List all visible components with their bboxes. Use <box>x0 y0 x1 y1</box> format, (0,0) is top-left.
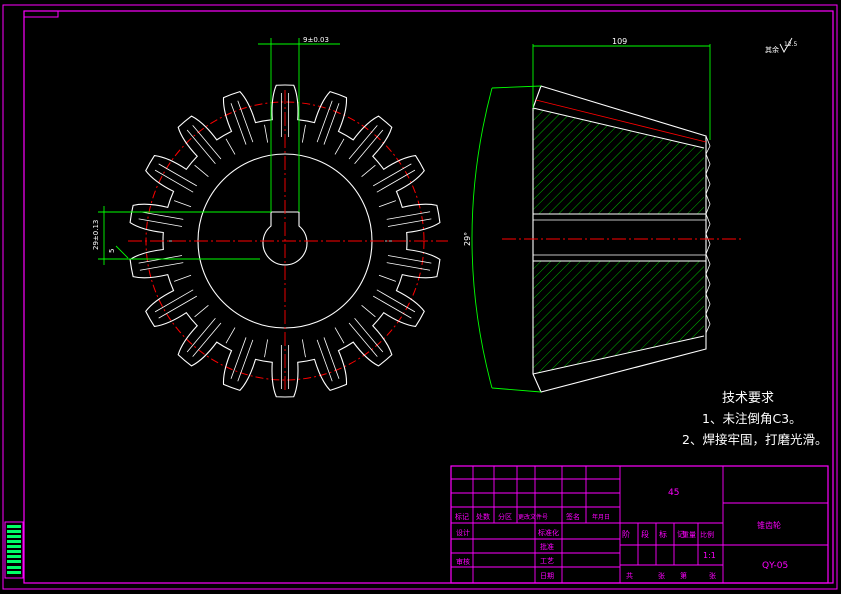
row-label-sign: 签名 <box>566 512 580 521</box>
label-standardization: 标准化 <box>538 528 559 537</box>
row-label-change-doc: 更改文件号 <box>518 513 548 521</box>
drawing-frame <box>2 4 838 590</box>
row-label-count: 处数 <box>476 512 490 521</box>
front-view-dim-labels: 9±0.03 29±0.13 5 <box>92 36 329 253</box>
surface-finish-symbol: 其余 12.5 <box>765 37 798 54</box>
drawing-name: 锥齿轮 <box>757 520 781 530</box>
note-item-1: 1、未注倒角C3。 <box>702 411 802 426</box>
stage-label-2: 段 <box>641 529 649 539</box>
surface-finish-label: 其余 <box>765 45 779 54</box>
note-item-2: 2、焊接牢固，打磨光滑。 <box>682 432 827 447</box>
section-lower-hatch <box>533 261 704 374</box>
keyway-depth-label: 29±0.13 <box>92 220 100 250</box>
cad-drawing-canvas: 9±0.03 29±0.13 5 109 29° 其余 12.5 技术要求 1、… <box>2 4 838 590</box>
label-approval: 批准 <box>540 542 554 551</box>
sheet-label-count-2: 张 <box>709 571 716 580</box>
notes-title: 技术要求 <box>722 391 774 406</box>
title-block-text: 标记 处数 分区 更改文件号 签名 年月日 设计 审核 标准化 批准 工艺 日期… <box>455 488 788 580</box>
sheet-label-index: 第 <box>680 571 687 580</box>
label-date: 日期 <box>540 572 554 580</box>
sheet-label-count-1: 张 <box>658 571 665 580</box>
label-designer: 设计 <box>456 528 470 537</box>
face-length-label: 109 <box>612 37 627 46</box>
technical-notes: 技术要求 1、未注倒角C3。 2、焊接牢固，打磨光滑。 <box>682 391 827 447</box>
keyway-small-label: 5 <box>108 249 116 253</box>
surface-finish-value: 12.5 <box>784 41 798 48</box>
row-label-zone: 分区 <box>498 512 512 521</box>
cone-angle-label: 29° <box>463 232 472 246</box>
drawing-number: QY-05 <box>762 561 788 571</box>
label-scale: 比例 <box>700 530 714 539</box>
section-tooth-edge <box>705 135 711 334</box>
label-material-mark: 45 <box>668 488 679 498</box>
gear-section-view <box>502 85 742 393</box>
row-label-mark: 标记 <box>455 512 469 521</box>
layer-strip <box>4 521 24 579</box>
label-weight: 重量 <box>682 531 696 539</box>
label-reviewer: 审核 <box>456 557 470 566</box>
keyway-width-label: 9±0.03 <box>303 36 329 44</box>
gear-front-view <box>128 84 448 398</box>
label-process: 工艺 <box>540 557 554 565</box>
sheet-label-total: 共 <box>626 571 633 580</box>
row-label-date: 年月日 <box>592 513 610 521</box>
section-upper-hatch <box>533 108 704 214</box>
stage-label-1: 阶 <box>622 529 630 539</box>
scale-value: 1:1 <box>703 551 716 560</box>
stage-label-3: 标 <box>659 529 667 539</box>
